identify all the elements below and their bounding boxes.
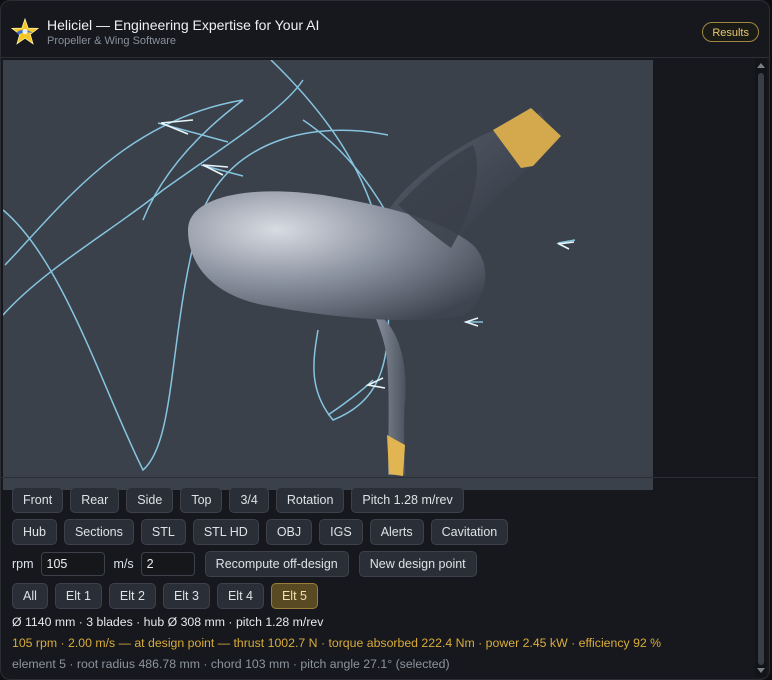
vertical-scrollbar[interactable] bbox=[755, 59, 767, 677]
lower-blade bbox=[373, 310, 406, 476]
element-3-button[interactable]: Elt 3 bbox=[162, 583, 210, 609]
propeller-3d-viewport[interactable] bbox=[3, 60, 653, 490]
obj-button[interactable]: OBJ bbox=[265, 519, 313, 545]
element-selector: All Elt 1 Elt 2 Elt 3 Elt 4 Elt 5 bbox=[12, 583, 318, 609]
hub-button[interactable]: Hub bbox=[12, 519, 57, 545]
performance-summary: 105 rpm · 2.00 m/s — at design point — t… bbox=[12, 636, 662, 650]
view-rear-button[interactable]: Rear bbox=[70, 487, 120, 513]
stl-button[interactable]: STL bbox=[140, 519, 186, 545]
results-button[interactable]: Results bbox=[702, 22, 759, 42]
element-4-button[interactable]: Elt 4 bbox=[216, 583, 264, 609]
geometry-summary: Ø 1140 mm · 3 blades · hub Ø 308 mm · pi… bbox=[12, 615, 324, 629]
app-header: Heliciel — Engineering Expertise for You… bbox=[1, 1, 769, 58]
igs-button[interactable]: IGS bbox=[319, 519, 363, 545]
speed-input[interactable]: 2 bbox=[140, 552, 195, 576]
element-5-button[interactable]: Elt 5 bbox=[270, 583, 318, 609]
stl-hd-button[interactable]: STL HD bbox=[192, 519, 259, 545]
rpm-input[interactable]: 105 bbox=[40, 552, 105, 576]
alerts-button[interactable]: Alerts bbox=[369, 519, 424, 545]
speed-label: m/s bbox=[113, 557, 134, 571]
element-1-button[interactable]: Elt 1 bbox=[54, 583, 102, 609]
view-side-button[interactable]: Side bbox=[126, 487, 174, 513]
view-three-quarter-button[interactable]: 3/4 bbox=[229, 487, 269, 513]
operating-point-controls: rpm 105 m/s 2 Recompute off-design New d… bbox=[12, 551, 477, 577]
cavitation-button[interactable]: Cavitation bbox=[430, 519, 509, 545]
rotation-button[interactable]: Rotation bbox=[275, 487, 345, 513]
element-summary: element 5 · root radius 486.78 mm · chor… bbox=[12, 657, 450, 671]
view-toolbar: Front Rear Side Top 3/4 Rotation Pitch 1… bbox=[12, 487, 464, 513]
sections-button[interactable]: Sections bbox=[63, 519, 134, 545]
app-title: Heliciel — Engineering Expertise for You… bbox=[47, 17, 320, 33]
app-window: Heliciel — Engineering Expertise for You… bbox=[0, 0, 770, 680]
new-design-point-button[interactable]: New design point bbox=[358, 551, 477, 577]
element-2-button[interactable]: Elt 2 bbox=[108, 583, 156, 609]
pitch-button[interactable]: Pitch 1.28 m/rev bbox=[351, 487, 464, 513]
app-subtitle: Propeller & Wing Software bbox=[47, 35, 176, 47]
panel-divider bbox=[1, 477, 757, 478]
scroll-up-icon[interactable] bbox=[757, 63, 765, 68]
recompute-off-design-button[interactable]: Recompute off-design bbox=[204, 551, 349, 577]
scroll-down-icon[interactable] bbox=[757, 668, 765, 673]
star-logo-icon bbox=[11, 18, 39, 45]
view-front-button[interactable]: Front bbox=[12, 487, 64, 513]
rpm-label: rpm bbox=[12, 557, 34, 571]
element-all-button[interactable]: All bbox=[12, 583, 48, 609]
scrollbar-thumb[interactable] bbox=[758, 73, 764, 665]
view-top-button[interactable]: Top bbox=[180, 487, 223, 513]
export-toolbar: Hub Sections STL STL HD OBJ IGS Alerts C… bbox=[12, 519, 509, 545]
